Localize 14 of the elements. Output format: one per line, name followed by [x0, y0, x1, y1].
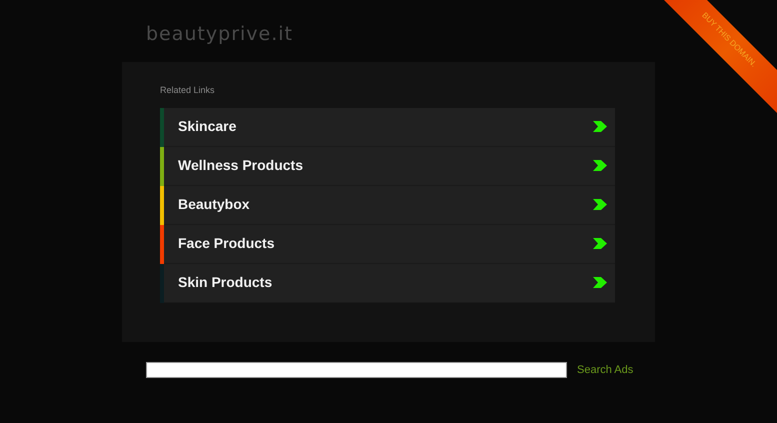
related-link[interactable]: Skincare [164, 108, 615, 146]
chevron-icon [593, 160, 607, 171]
related-links-heading: Related Links [160, 84, 216, 97]
related-link[interactable]: Beautybox [164, 186, 615, 224]
search-field[interactable] [146, 362, 567, 378]
chevron-icon [593, 199, 607, 210]
related-link[interactable]: Wellness Products [164, 146, 615, 186]
site-title: beautyprive.it [146, 22, 294, 47]
related-link[interactable]: Face Products [164, 224, 615, 264]
search-ads-button[interactable]: Search Ads [577, 362, 634, 378]
chevron-icon [593, 121, 607, 132]
chevron-icon [593, 238, 607, 249]
related-link[interactable]: Skin Products [164, 264, 615, 302]
chevron-icon [593, 277, 607, 288]
